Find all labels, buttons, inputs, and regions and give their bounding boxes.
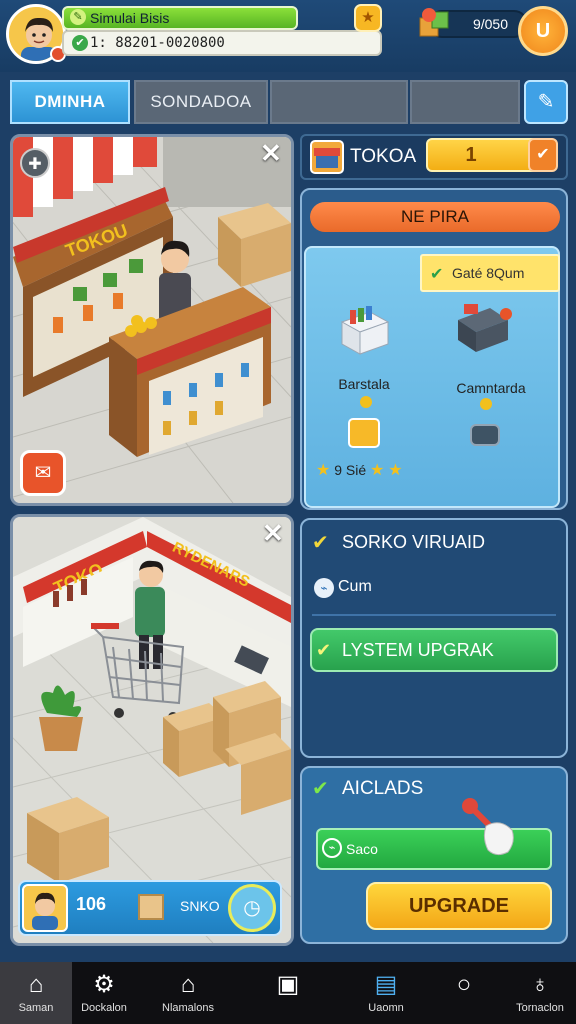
- upgrade-label: UPGRADE: [408, 895, 509, 917]
- coin-icon: [480, 398, 492, 410]
- store-name: TOKOA: [350, 146, 417, 167]
- coin-label: U: [535, 20, 551, 42]
- coin-shop-button[interactable]: U: [518, 6, 568, 56]
- tab-dminha[interactable]: DMINHA: [10, 80, 130, 124]
- tab-bar: DMINHA SONDADOA: [10, 80, 552, 124]
- tab-empty-1[interactable]: [270, 80, 408, 124]
- close-icon[interactable]: ✕: [262, 518, 284, 549]
- nav-item-circle[interactable]: ○: [428, 962, 500, 1024]
- check-icon: ✔: [316, 640, 332, 660]
- status-bar: 1: 88201-0020800: [62, 30, 382, 56]
- bag-icon: ♁: [531, 971, 549, 998]
- star-icon: ★: [361, 9, 375, 26]
- save-label: Saco: [346, 841, 378, 857]
- house-icon: ⌂: [180, 971, 196, 998]
- customer-avatar[interactable]: [22, 884, 68, 932]
- gear-icon: ⚙: [93, 971, 115, 998]
- shop-item-name: Camntarda: [456, 380, 526, 396]
- task-title: SORKO VIRUAID: [342, 532, 486, 552]
- shelf-item-icon[interactable]: [336, 304, 394, 358]
- star-icon: ★: [316, 462, 331, 479]
- shop-rating: ★ 9 Sié ★ ★: [316, 460, 403, 480]
- customer-count: 106: [76, 894, 107, 914]
- tab-label: SONDADOA: [150, 92, 252, 111]
- star-icon: ★: [370, 462, 385, 479]
- check-icon: ✔: [72, 35, 88, 51]
- close-icon[interactable]: ✕: [260, 138, 282, 169]
- task-row-label: Cum: [338, 578, 372, 595]
- nav-label: Tornaclon: [516, 1002, 564, 1014]
- nav-label: Saman: [18, 1002, 54, 1014]
- resource-value: 9/050: [472, 16, 508, 32]
- store-level: 1: [465, 144, 477, 166]
- canister-icon[interactable]: [470, 424, 500, 446]
- star-icon: ★: [388, 462, 403, 479]
- store-icon: [310, 140, 344, 174]
- nav-item-square[interactable]: ▣: [252, 962, 324, 1024]
- link-icon: ⌁: [322, 838, 342, 858]
- nav-label: Dockalon: [81, 1002, 127, 1014]
- crate-icon[interactable]: [348, 418, 380, 448]
- box-icon: [138, 894, 164, 920]
- pointer-hand-icon: [462, 798, 514, 856]
- status-text: 1: 88201-0020800: [90, 35, 225, 51]
- game-title-bar: Simulai Bisis: [62, 6, 298, 30]
- nav-label: Uaomn: [368, 1002, 404, 1014]
- divider: [312, 614, 556, 616]
- shop-banner-label: Gaté 8Qum: [452, 265, 525, 281]
- tab-empty-2[interactable]: [410, 80, 520, 124]
- store-front-illustration: TOKOU ONDNAS: [13, 137, 291, 503]
- task-row[interactable]: Cum: [312, 578, 372, 596]
- plus-icon: ✚: [28, 156, 42, 173]
- level-expand-button[interactable]: ✔: [528, 138, 558, 172]
- shop-item-name: Barstala: [338, 376, 390, 392]
- nav-item-saman[interactable]: ⌂ Saman: [0, 962, 72, 1024]
- upgrade-button[interactable]: UPGRADE: [366, 882, 552, 930]
- system-upgrade-label: LYSTEM UPGRAK: [342, 640, 494, 660]
- rating-label: 9 Sié: [334, 462, 367, 478]
- shop-title: NE PIRA: [310, 202, 560, 232]
- nav-item-tornaclon[interactable]: ♁ Tornaclon: [504, 962, 576, 1024]
- game-title: Simulai Bisis: [90, 10, 170, 26]
- circle-icon: ○: [456, 971, 472, 998]
- nav-item-dockalon[interactable]: ⚙ Dockalon: [68, 962, 140, 1024]
- scene-zoom-badge[interactable]: ✚: [20, 148, 50, 178]
- system-upgrade-button[interactable]: LYSTEM UPGRAK: [310, 628, 558, 672]
- tab-label: DMINHA: [34, 92, 106, 111]
- nav-label: Nlamalons: [162, 1002, 214, 1014]
- pencil-icon: ✎: [537, 91, 555, 113]
- package-icon: ✉: [34, 462, 52, 484]
- actions-title: AICLADS: [342, 778, 424, 799]
- stock-label: SNKO: [180, 898, 220, 914]
- home-icon: ⌂: [28, 971, 44, 998]
- square-icon: ▣: [276, 971, 300, 998]
- nav-item-nlamalons[interactable]: ⌂ Nlamalons: [152, 962, 224, 1024]
- register-machine-icon[interactable]: [454, 300, 512, 354]
- box-action-button[interactable]: ✉: [20, 450, 66, 496]
- tab-sondadoa[interactable]: SONDADOA: [134, 80, 268, 124]
- favorite-button[interactable]: ★: [354, 4, 382, 32]
- check-icon: ✔: [430, 266, 444, 283]
- leaf-icon: ✎: [70, 9, 86, 25]
- nav-item-uaomn[interactable]: ▤ Uaomn: [350, 962, 422, 1024]
- coin-icon: [360, 396, 372, 408]
- clock-icon: ◷: [243, 897, 261, 919]
- chevron-down-icon: ✔: [536, 146, 550, 163]
- goods-crate-icon: [419, 8, 449, 37]
- timer-button[interactable]: ◷: [228, 884, 276, 932]
- edit-button[interactable]: ✎: [524, 80, 568, 124]
- customer-portrait-icon: [32, 892, 58, 930]
- document-icon: ▤: [374, 971, 398, 998]
